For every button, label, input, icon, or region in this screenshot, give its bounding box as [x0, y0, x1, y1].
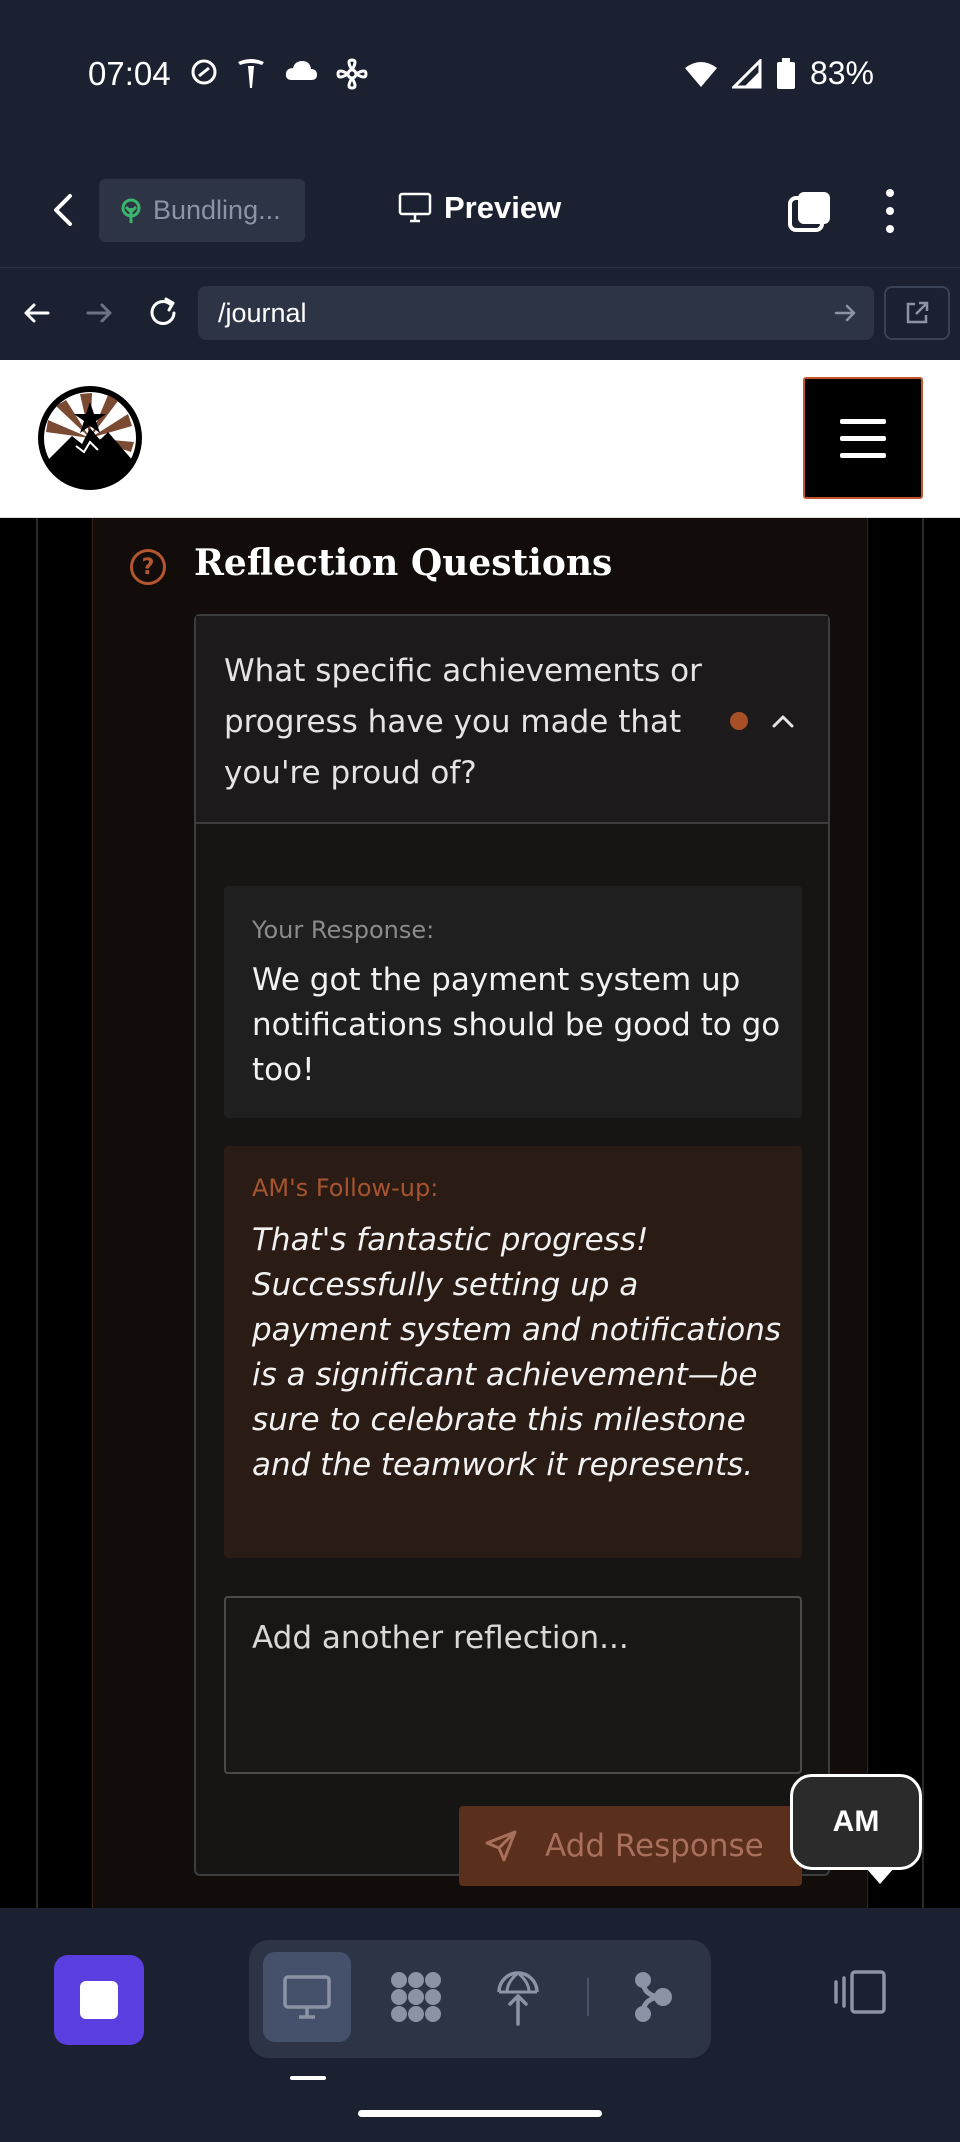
- mode-switcher: [249, 1940, 711, 2058]
- app-toolbar: Bundling... Preview: [0, 150, 960, 268]
- menu-bar: [840, 435, 886, 441]
- desktop-mode-button[interactable]: [263, 1952, 351, 2042]
- more-vert-icon[interactable]: [875, 186, 905, 236]
- journal-page: ? Reflection Questions What specific ach…: [0, 518, 960, 1908]
- chevron-up-icon[interactable]: [770, 708, 796, 734]
- bottom-toolbar: [0, 1908, 960, 2142]
- question-circle-icon: ?: [130, 549, 166, 585]
- desktop-icon: [283, 1975, 331, 2019]
- grid-dots-icon[interactable]: [387, 1968, 445, 2026]
- url-text: /journal: [218, 297, 307, 328]
- battery-icon: [776, 57, 795, 89]
- monitor-icon: [398, 192, 432, 223]
- pinwheel-icon: [336, 58, 368, 90]
- assistant-chat-button[interactable]: AM: [790, 1774, 922, 1870]
- answered-indicator-dot: [730, 712, 748, 730]
- status-time: 07:04: [88, 55, 171, 92]
- response-label: Your Response:: [252, 916, 435, 944]
- assistant-label: AM: [832, 1805, 880, 1838]
- open-external-button[interactable]: [884, 286, 950, 340]
- stop-square-icon: [80, 1981, 118, 2019]
- mode-separator: [587, 1978, 589, 2016]
- question-text: What specific achievements or progress h…: [224, 653, 702, 791]
- question-accordion: What specific achievements or progress h…: [194, 614, 830, 1886]
- hamburger-menu-button[interactable]: [803, 377, 923, 499]
- workflow-icon[interactable]: [633, 1968, 673, 2026]
- deploy-globe-icon[interactable]: [495, 1968, 541, 2026]
- menu-bar: [840, 418, 886, 424]
- branch-tree-icon: [121, 198, 141, 223]
- stop-button[interactable]: [54, 1955, 144, 2045]
- response-card: Your Response: We got the payment system…: [224, 886, 802, 1118]
- menu-bar: [840, 452, 886, 458]
- back-chevron-icon[interactable]: [44, 190, 84, 230]
- reload-icon[interactable]: [144, 294, 182, 332]
- data-saver-icon: [191, 59, 217, 85]
- response-text: We got the payment system up notificatio…: [252, 962, 781, 1088]
- site-header: [0, 360, 960, 518]
- mountain-star-logo[interactable]: [36, 384, 144, 492]
- external-link-icon: [906, 301, 929, 324]
- nav-forward-arrow-icon[interactable]: [82, 296, 116, 330]
- followup-label: AM's Follow-up:: [252, 1174, 439, 1202]
- branch-pill[interactable]: Bundling...: [99, 179, 305, 242]
- bubble-tail: [866, 1868, 894, 1884]
- url-bar: /journal: [0, 268, 960, 360]
- add-response-button[interactable]: Add Response: [459, 1806, 802, 1886]
- go-arrow-icon[interactable]: [832, 300, 858, 326]
- status-left-icons: [190, 58, 368, 90]
- reflection-input[interactable]: [224, 1596, 802, 1774]
- preview-label: Preview: [444, 190, 562, 225]
- home-indicator[interactable]: [358, 2110, 602, 2117]
- tesla-icon: [238, 59, 264, 88]
- active-mode-indicator: [290, 2076, 326, 2080]
- question-header[interactable]: What specific achievements or progress h…: [196, 616, 828, 824]
- status-right: 83%: [684, 55, 874, 92]
- followup-text: That's fantastic progress! Successfully …: [252, 1222, 782, 1483]
- preview-toggle[interactable]: Preview: [398, 190, 561, 226]
- section-title: Reflection Questions: [194, 542, 613, 584]
- battery-percent: 83%: [809, 55, 874, 91]
- tabs-icon[interactable]: [788, 190, 832, 234]
- wifi-icon: [684, 61, 717, 87]
- url-field[interactable]: /journal: [198, 286, 874, 340]
- branch-label: Bundling...: [153, 195, 281, 225]
- side-panel-icon[interactable]: [832, 1968, 888, 2016]
- status-bar: 07:04 83%: [0, 0, 960, 150]
- add-response-label: Add Response: [545, 1828, 764, 1864]
- followup-card: AM's Follow-up: That's fantastic progres…: [224, 1146, 802, 1558]
- cloud-icon: [285, 61, 317, 80]
- send-icon: [485, 1830, 517, 1862]
- signal-icon: [731, 58, 762, 88]
- nav-back-arrow-icon[interactable]: [20, 296, 54, 330]
